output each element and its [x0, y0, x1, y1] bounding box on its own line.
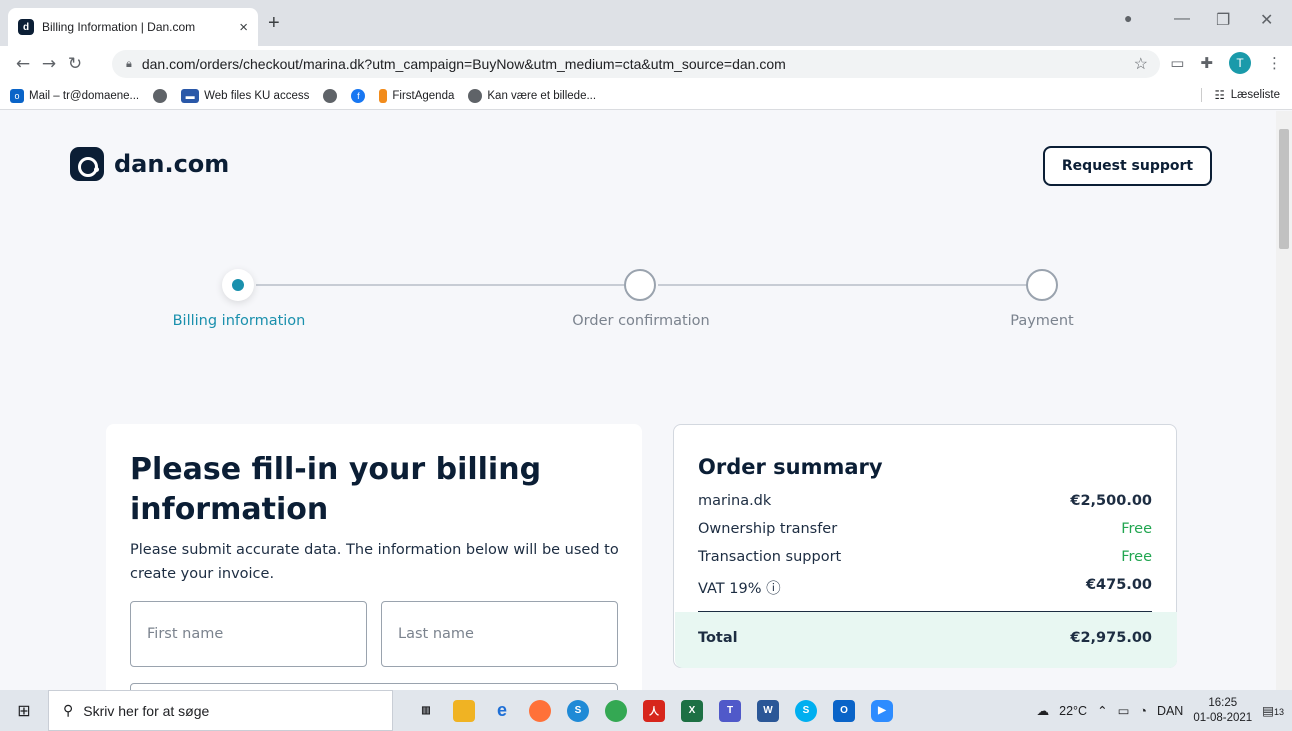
step-dot-order [624, 269, 656, 301]
taskbar-search-placeholder: Skriv her for at søge [83, 702, 210, 719]
search-icon: ⚲ [63, 702, 74, 718]
taskbar-search[interactable]: ⚲ Skriv her for at søge [48, 690, 393, 731]
summary-row: Ownership transfer Free [698, 521, 1152, 537]
firstagenda-icon [379, 88, 388, 103]
vat-info-icon[interactable]: ⓘ [766, 581, 781, 597]
summary-row: Transaction support Free [698, 549, 1152, 565]
step-dot-payment [1026, 269, 1058, 301]
globe-icon [323, 88, 338, 103]
step-dot-billing [222, 269, 254, 301]
task-view-icon[interactable]: ▥ [415, 700, 437, 722]
windows-start-icon[interactable]: ⊞ [0, 690, 48, 731]
restore-icon[interactable]: ❐ [1216, 10, 1230, 30]
firefox-icon[interactable] [529, 699, 551, 722]
outlook-icon: o [10, 88, 24, 103]
zoom-icon[interactable]: ▶ [871, 699, 893, 722]
media-icon[interactable]: ● [1124, 10, 1132, 26]
url-text: dan.com/orders/checkout/marina.dk?utm_ca… [141, 56, 786, 72]
next-field[interactable] [130, 683, 618, 690]
request-support-button[interactable]: Request support [1043, 146, 1212, 186]
lock-icon: 🔒︎ [126, 57, 132, 70]
summary-title: Order summary [698, 455, 883, 479]
extensions-icon[interactable]: ✚ [1200, 54, 1213, 72]
profile-avatar[interactable]: T [1229, 52, 1251, 74]
forward-icon[interactable]: → [36, 54, 62, 74]
browser-tab-bar: d Billing Information | Dan.com × + ● — … [0, 0, 1292, 46]
tray-expand-icon[interactable]: ⌃ [1097, 703, 1107, 718]
window-close-icon[interactable]: ✕ [1260, 10, 1273, 30]
skype-business-icon[interactable]: S [567, 699, 589, 722]
bookmark-mail[interactable]: o Mail – tr@domaene... [10, 88, 139, 103]
bookmark-facebook[interactable]: f [351, 88, 366, 103]
file-explorer-icon[interactable] [453, 699, 475, 722]
total-row: Total €2,975.00 [698, 630, 1152, 646]
summary-row: VAT 19% ⓘ €475.00 [698, 577, 1152, 597]
edge-icon[interactable]: e [491, 700, 513, 722]
notifications-icon[interactable]: ▤13 [1262, 703, 1284, 718]
battery-icon[interactable]: ▭ [1118, 703, 1130, 718]
tab-title: Billing Information | Dan.com [42, 20, 196, 34]
back-icon[interactable]: ← [10, 54, 36, 74]
total-value: €2,975.00 [1070, 630, 1152, 646]
word-icon[interactable]: W [757, 699, 779, 722]
reading-list-icon: ☷ [1214, 90, 1225, 102]
dan-logo[interactable]: dan.com [70, 147, 229, 181]
wifi-icon[interactable]: ◔ [1139, 704, 1147, 718]
bookmark-firstagenda[interactable]: FirstAgenda [379, 88, 454, 103]
menu-icon[interactable]: ⋮ [1267, 54, 1282, 72]
clock[interactable]: 16:25 01-08-2021 [1193, 696, 1252, 726]
browser-tab[interactable]: d Billing Information | Dan.com × [8, 8, 258, 46]
weather-icon[interactable]: ☁ [1037, 703, 1050, 718]
webfiles-icon: ▬ [181, 88, 200, 103]
bookmarks-bar: o Mail – tr@domaene... ▬ Web files KU acce… [0, 82, 1292, 110]
skype-icon[interactable]: S [795, 699, 817, 722]
outlook-taskbar-icon[interactable]: O [833, 699, 855, 722]
scrollbar[interactable] [1276, 111, 1292, 690]
bookmark-web-files[interactable]: ▬ Web files KU access [181, 88, 309, 103]
reading-list[interactable]: ☷ Læseliste [1201, 88, 1280, 102]
teams-icon[interactable]: T [719, 699, 741, 722]
tab-close-icon[interactable]: × [239, 19, 248, 36]
reload-icon[interactable]: ↻ [62, 54, 88, 74]
reading-mode-icon[interactable]: ▭ [1170, 54, 1184, 72]
acrobat-icon[interactable]: 人 [643, 699, 665, 722]
taskbar: ⊞ ⚲ Skriv her for at søge ▥ e S 人 X T W … [0, 690, 1292, 731]
weather-temp[interactable]: 22°C [1059, 704, 1087, 718]
bookmark-globe-1[interactable] [153, 88, 168, 103]
first-name-field[interactable]: First name [130, 601, 367, 667]
step-label-order: Order confirmation [572, 313, 710, 329]
chrome-icon[interactable] [605, 699, 627, 722]
bookmark-globe-2[interactable] [323, 88, 338, 103]
globe-icon [468, 88, 483, 103]
billing-title: Please fill-in your billing information [130, 452, 542, 527]
billing-description: Please submit accurate data. The informa… [130, 542, 619, 582]
bookmark-star-icon[interactable]: ☆ [1134, 54, 1148, 74]
dan-favicon-icon: d [18, 19, 34, 35]
step-connector [256, 284, 624, 286]
step-label-payment: Payment [1010, 313, 1074, 329]
browser-toolbar: ← → ↻ 🔒︎ dan.com/orders/checkout/marina.… [0, 46, 1292, 82]
step-connector [658, 284, 1028, 286]
scrollbar-thumb[interactable] [1279, 129, 1289, 249]
page-content: dan.com Request support Billing informat… [0, 111, 1276, 690]
step-label-billing: Billing information [172, 313, 306, 329]
logo-text: dan.com [114, 150, 230, 178]
minimize-icon[interactable]: — [1174, 10, 1190, 28]
facebook-icon: f [351, 88, 366, 103]
system-tray: ☁ 22°C ⌃ ▭ ◔ DAN 16:25 01-08-2021 ▤13 [1037, 690, 1292, 731]
new-tab-button[interactable]: + [268, 12, 280, 35]
language-indicator[interactable]: DAN [1157, 704, 1183, 718]
address-bar[interactable]: 🔒︎ dan.com/orders/checkout/marina.dk?utm… [112, 50, 1160, 78]
bookmark-image[interactable]: Kan være et billede... [468, 88, 596, 103]
order-summary-card: Order summary marina.dk €2,500.00 Ownersh… [673, 424, 1177, 668]
summary-row: marina.dk €2,500.00 [698, 493, 1152, 509]
globe-icon [153, 88, 168, 103]
total-label: Total [698, 630, 738, 646]
last-name-field[interactable]: Last name [381, 601, 618, 667]
billing-card: Please fill-in your billing information … [106, 424, 642, 690]
dan-logo-icon [70, 147, 104, 181]
excel-icon[interactable]: X [681, 699, 703, 722]
